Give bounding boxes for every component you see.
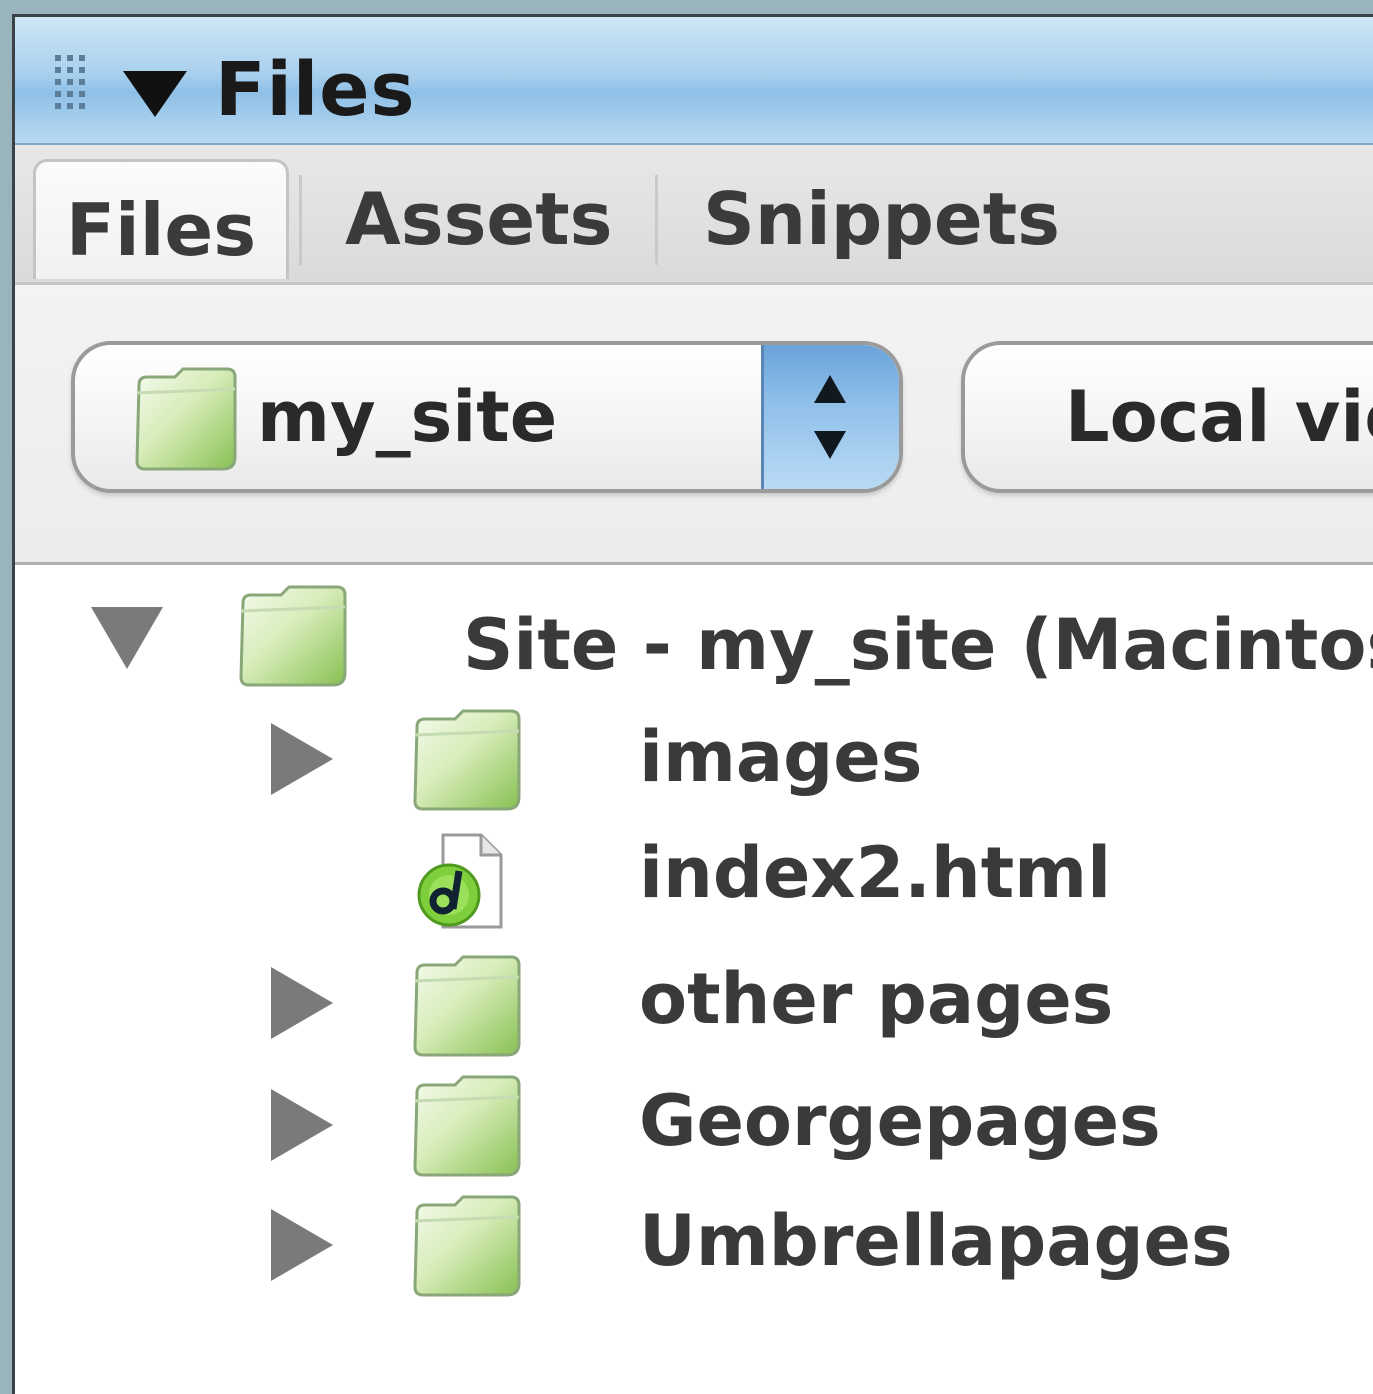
expand-triangle-right-icon[interactable] bbox=[271, 967, 333, 1039]
expand-triangle-right-icon[interactable] bbox=[271, 1209, 333, 1281]
site-select-stepper[interactable] bbox=[761, 345, 899, 489]
tree-item-label: Umbrellapages bbox=[639, 1200, 1233, 1282]
tab-divider bbox=[299, 175, 302, 265]
file-tree: Site - my_site (Macintosh HD: images ind… bbox=[15, 565, 1373, 1394]
dreamweaver-file-icon bbox=[417, 833, 503, 929]
panel-title: Files bbox=[215, 47, 416, 133]
tree-item-umbrellapages[interactable]: Umbrellapages bbox=[15, 1195, 1373, 1325]
tree-item-label: images bbox=[639, 716, 923, 798]
view-select-dropdown[interactable]: Local view bbox=[961, 341, 1373, 493]
view-select-value: Local view bbox=[1065, 376, 1373, 458]
tree-item-label: Georgepages bbox=[639, 1080, 1161, 1162]
collapse-panel-arrow-icon[interactable] bbox=[123, 71, 187, 117]
folder-icon bbox=[413, 955, 521, 1057]
expand-triangle-right-icon[interactable] bbox=[271, 1089, 333, 1161]
tab-divider bbox=[655, 175, 658, 265]
panel-title-bar[interactable]: Files bbox=[15, 17, 1373, 145]
folder-icon bbox=[413, 709, 521, 811]
tab-strip: Files Assets Snippets bbox=[15, 145, 1373, 285]
arrow-down-icon bbox=[814, 431, 846, 459]
tab-assets[interactable]: Assets bbox=[345, 159, 613, 279]
folder-icon bbox=[239, 585, 347, 687]
folder-icon bbox=[413, 1075, 521, 1177]
tree-item-images[interactable]: images bbox=[15, 709, 1373, 835]
folder-icon bbox=[413, 1195, 521, 1297]
site-select-dropdown[interactable]: my_site bbox=[71, 341, 903, 493]
arrow-up-icon bbox=[814, 375, 846, 403]
tree-item-label: index2.html bbox=[639, 832, 1112, 914]
expand-triangle-down-icon[interactable] bbox=[91, 607, 163, 669]
tree-root-row[interactable]: Site - my_site (Macintosh HD: bbox=[15, 585, 1373, 715]
files-panel: Files Files Assets Snippets my_site Loca… bbox=[12, 14, 1373, 1394]
tree-root-label: Site - my_site (Macintosh HD: bbox=[463, 604, 1373, 686]
tab-snippets[interactable]: Snippets bbox=[703, 159, 1060, 279]
tree-item-other-pages[interactable]: other pages bbox=[15, 955, 1373, 1081]
files-toolbar: my_site Local view bbox=[15, 285, 1373, 565]
tab-files[interactable]: Files bbox=[33, 159, 289, 279]
expand-triangle-right-icon[interactable] bbox=[271, 723, 333, 795]
tree-item-label: other pages bbox=[639, 958, 1114, 1040]
folder-icon bbox=[135, 367, 237, 471]
tree-item-georgepages[interactable]: Georgepages bbox=[15, 1075, 1373, 1203]
tree-item-index2-html[interactable]: index2.html bbox=[15, 832, 1373, 955]
drag-grip-icon[interactable] bbox=[53, 53, 89, 119]
site-select-value: my_site bbox=[257, 376, 558, 458]
